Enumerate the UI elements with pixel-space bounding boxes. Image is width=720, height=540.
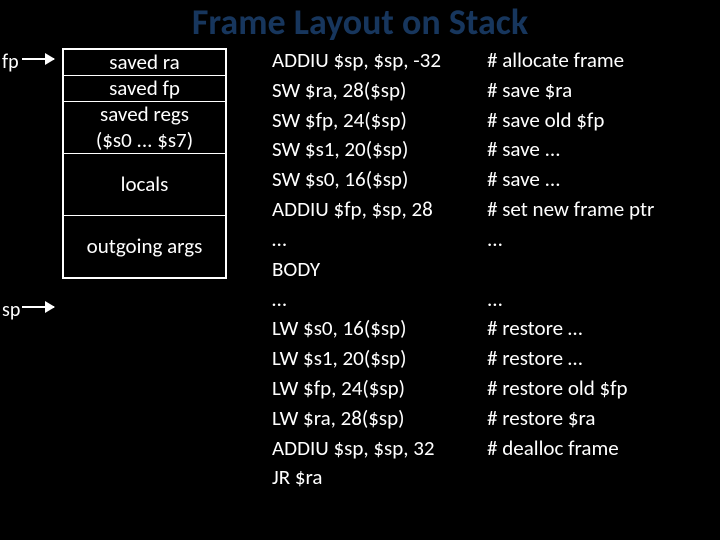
stack-cell-locals: locals (64, 153, 225, 215)
code-line: JR $ra (272, 463, 720, 493)
instr: LW $ra, 28($sp) (272, 404, 487, 434)
code-line: …... (272, 285, 720, 315)
comment: # restore old $fp (487, 374, 720, 404)
comment: ... (487, 225, 720, 255)
comment: # save ... (487, 135, 720, 165)
instr: SW $ra, 28($sp) (272, 76, 487, 106)
comment (487, 255, 720, 285)
instr: ADDIU $sp, $sp, -32 (272, 46, 487, 76)
code-line: LW $s0, 16($sp)# restore … (272, 314, 720, 344)
assembly-listing: ADDIU $sp, $sp, -32# allocate frame SW $… (262, 44, 720, 493)
instr: JR $ra (272, 463, 487, 493)
instr: SW $s1, 20($sp) (272, 135, 487, 165)
instr: LW $s1, 20($sp) (272, 344, 487, 374)
comment: # dealloc frame (487, 434, 720, 464)
instr: … (272, 225, 487, 255)
code-line: SW $ra, 28($sp)# save $ra (272, 76, 720, 106)
code-line: SW $s1, 20($sp)# save ... (272, 135, 720, 165)
instr: ADDIU $fp, $sp, 28 (272, 195, 487, 225)
code-line: SW $fp, 24($sp)# save old $fp (272, 106, 720, 136)
stack-cell-saved-fp: saved fp (64, 75, 225, 101)
saved-regs-range: ($s0 ... $s7) (96, 127, 193, 153)
code-line: LW $fp, 24($sp)# restore old $fp (272, 374, 720, 404)
sp-label: sp (2, 298, 20, 322)
instr: LW $fp, 24($sp) (272, 374, 487, 404)
code-line: ADDIU $sp, $sp, 32# dealloc frame (272, 434, 720, 464)
saved-regs-text: saved regs (100, 101, 189, 127)
code-line: BODY (272, 255, 720, 285)
code-line: …... (272, 225, 720, 255)
instr: SW $s0, 16($sp) (272, 165, 487, 195)
stack-frame: saved ra saved fp saved regs ($s0 ... $s… (62, 48, 227, 279)
comment: # allocate frame (487, 46, 720, 76)
comment: # set new frame ptr (487, 195, 720, 225)
stack-cell-saved-ra: saved ra (64, 48, 225, 75)
slide-content: fp sp saved ra saved fp saved regs ($s0 … (0, 44, 720, 493)
code-line: ADDIU $fp, $sp, 28# set new frame ptr (272, 195, 720, 225)
code-line: ADDIU $sp, $sp, -32# allocate frame (272, 46, 720, 76)
comment: # save ... (487, 165, 720, 195)
comment: # restore … (487, 344, 720, 374)
fp-arrow-icon (22, 58, 54, 60)
stack-cell-outgoing-args: outgoing args (64, 215, 225, 277)
stack-diagram: fp sp saved ra saved fp saved regs ($s0 … (0, 44, 262, 493)
stack-cell-saved-regs: saved regs ($s0 ... $s7) (64, 101, 225, 152)
comment: # save old $fp (487, 106, 720, 136)
sp-arrow-icon (22, 306, 54, 308)
comment: # save $ra (487, 76, 720, 106)
code-line: SW $s0, 16($sp)# save ... (272, 165, 720, 195)
instr: BODY (272, 255, 487, 285)
comment: # restore … (487, 314, 720, 344)
stack-bottom-border (64, 277, 225, 279)
code-line: LW $ra, 28($sp)# restore $ra (272, 404, 720, 434)
instr: … (272, 285, 487, 315)
instr: LW $s0, 16($sp) (272, 314, 487, 344)
code-line: LW $s1, 20($sp)# restore … (272, 344, 720, 374)
instr: ADDIU $sp, $sp, 32 (272, 434, 487, 464)
comment: ... (487, 285, 720, 315)
comment (487, 463, 720, 493)
instr: SW $fp, 24($sp) (272, 106, 487, 136)
slide-title: Frame Layout on Stack (0, 0, 720, 44)
fp-label: fp (2, 50, 19, 74)
comment: # restore $ra (487, 404, 720, 434)
